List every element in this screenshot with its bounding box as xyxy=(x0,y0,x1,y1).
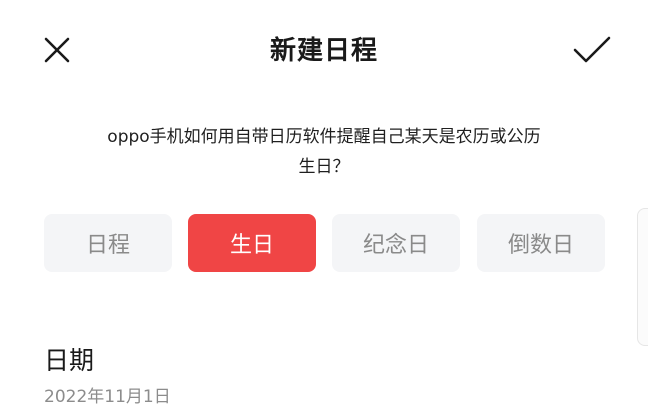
checkmark-icon xyxy=(573,36,611,63)
side-panel-edge xyxy=(637,208,648,346)
question-line-2: 生日？ xyxy=(298,157,350,177)
header-bar: 新建日程 xyxy=(0,0,648,100)
tab-schedule[interactable]: 日程 xyxy=(44,214,172,272)
tab-birthday[interactable]: 生日 xyxy=(188,214,316,272)
date-value[interactable]: 2022年11月1日 xyxy=(44,382,171,405)
confirm-button[interactable] xyxy=(570,28,614,72)
date-section-label: 日期 xyxy=(44,346,95,375)
event-type-tabs: 日程 生日 纪念日 倒数日 xyxy=(0,214,648,274)
tab-countdown[interactable]: 倒数日 xyxy=(477,214,605,272)
tab-anniversary[interactable]: 纪念日 xyxy=(332,214,460,272)
question-text: oppo手机如何用自带日历软件提醒自己某天是农历或公历 生日？ xyxy=(40,122,608,182)
question-line-1: oppo手机如何用自带日历软件提醒自己某天是农历或公历 xyxy=(107,127,541,147)
page-title: 新建日程 xyxy=(269,36,378,66)
